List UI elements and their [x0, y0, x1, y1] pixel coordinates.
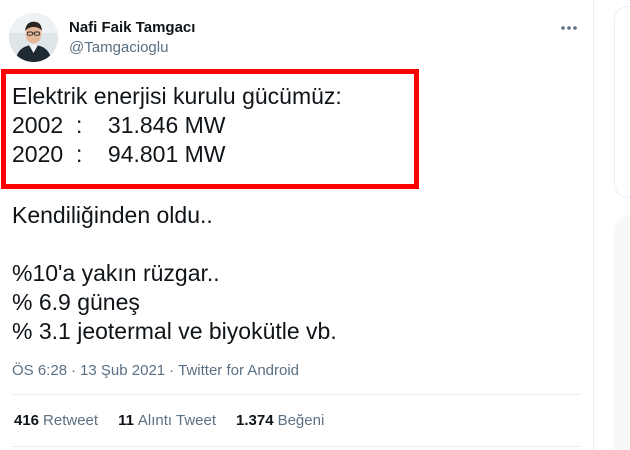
tweet-text-line: 2020 : 94.801 MW: [12, 141, 226, 167]
page: Nafi Faik Tamgacı @Tamgacioglu Elektrik …: [0, 0, 630, 450]
like-count-link[interactable]: 1.374 Beğeni: [236, 412, 324, 429]
more-horizontal-icon[interactable]: [554, 16, 584, 40]
tweet-text-line: 2002 : 31.846 MW: [12, 112, 226, 138]
profile-photo-icon: [9, 13, 58, 62]
quote-count: 11: [118, 412, 134, 429]
author-name[interactable]: Nafi Faik Tamgacı: [69, 19, 195, 36]
retweet-count: 416: [14, 412, 40, 429]
quote-count-link[interactable]: 11 Alıntı Tweet: [118, 412, 216, 429]
meta-separator: ·: [71, 362, 77, 379]
tweet-text-line: %10'a yakın rüzgar..: [12, 260, 220, 286]
tweet-meta: ÖS 6:28 · 13 Şub 2021 · Twitter for Android: [12, 362, 299, 379]
retweet-count-link[interactable]: 416 Retweet: [14, 412, 98, 429]
meta-separator: ·: [169, 362, 175, 379]
right-sidebar: [594, 0, 630, 450]
tweet-text-line: % 3.1 jeotermal ve biyokütle vb.: [12, 318, 337, 344]
sidebar-card: [614, 6, 630, 198]
tweet-source-link[interactable]: Twitter for Android: [178, 362, 299, 379]
quote-label: Alıntı Tweet: [137, 412, 217, 429]
author-handle[interactable]: @Tamgacioglu: [69, 39, 168, 56]
divider: [12, 394, 581, 395]
like-label: Beğeni: [277, 412, 325, 429]
like-count: 1.374: [236, 412, 274, 429]
tweet-date: 13 Şub 2021: [80, 362, 166, 379]
tweet-time: ÖS 6:28: [12, 362, 68, 379]
retweet-label: Retweet: [43, 412, 99, 429]
tweet-time-link[interactable]: ÖS 6:28 · 13 Şub 2021: [12, 362, 165, 379]
avatar[interactable]: [9, 13, 58, 62]
tweet-stats: 416 Retweet 11 Alıntı Tweet 1.374 Beğeni: [14, 412, 324, 429]
tweet-text-line: % 6.9 güneş: [12, 289, 140, 315]
tweet-card: Nafi Faik Tamgacı @Tamgacioglu Elektrik …: [0, 0, 593, 450]
divider: [12, 446, 581, 447]
tweet-text-line: Elektrik enerjisi kurulu gücümüz:: [12, 83, 342, 109]
sidebar-card: [614, 216, 630, 450]
tweet-text-line: Kendiliğinden oldu..: [12, 202, 213, 228]
